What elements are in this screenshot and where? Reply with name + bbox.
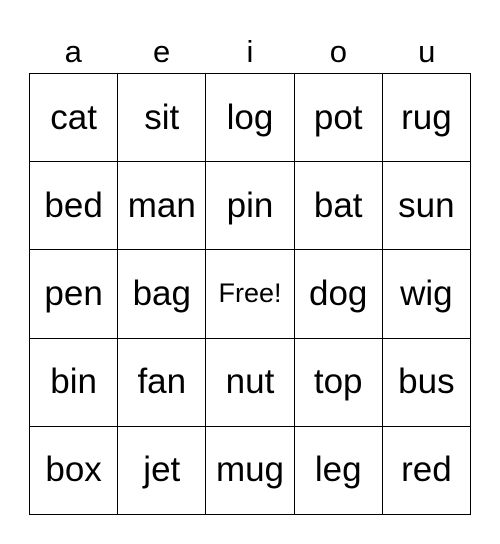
bingo-cell[interactable]: pot xyxy=(294,74,383,163)
bingo-cell[interactable]: bat xyxy=(294,162,383,251)
bingo-cell[interactable]: dog xyxy=(294,250,383,339)
bingo-cell[interactable]: top xyxy=(294,338,383,427)
bingo-cell[interactable]: nut xyxy=(206,338,295,427)
bingo-cell[interactable]: leg xyxy=(294,426,383,515)
bingo-cell[interactable]: wig xyxy=(382,250,471,339)
bingo-cell[interactable]: sun xyxy=(382,162,471,251)
bingo-cell[interactable]: jet xyxy=(118,426,207,515)
bingo-header: aeiou xyxy=(29,30,471,74)
bingo-cell[interactable]: fan xyxy=(118,338,207,427)
column-header: i xyxy=(246,34,254,69)
bingo-cell[interactable]: box xyxy=(30,426,119,515)
column-header: o xyxy=(329,34,347,69)
bingo-cell[interactable]: bag xyxy=(118,250,207,339)
column-header: u xyxy=(418,34,436,69)
bingo-cell[interactable]: red xyxy=(382,426,471,515)
bingo-cell[interactable]: bus xyxy=(382,338,471,427)
column-header: e xyxy=(152,34,171,69)
column-header: a xyxy=(64,34,82,69)
bingo-grid: cat sit log pot rug bed man pin bat sun pen bag Free… xyxy=(29,73,471,515)
bingo-cell[interactable]: rug xyxy=(382,74,471,163)
bingo-cell[interactable]: log xyxy=(206,74,295,163)
bingo-cell[interactable]: bed xyxy=(30,162,119,251)
bingo-cell[interactable]: man xyxy=(118,162,207,251)
free-space-cell[interactable]: Free! xyxy=(206,250,295,339)
bingo-cell[interactable]: mug xyxy=(206,426,295,515)
bingo-cell[interactable]: pin xyxy=(206,162,295,251)
bingo-cell[interactable]: cat xyxy=(30,74,119,163)
bingo-cell[interactable]: sit xyxy=(118,74,207,163)
bingo-cell[interactable]: bin xyxy=(30,338,119,427)
bingo-cell[interactable]: pen xyxy=(30,250,119,339)
